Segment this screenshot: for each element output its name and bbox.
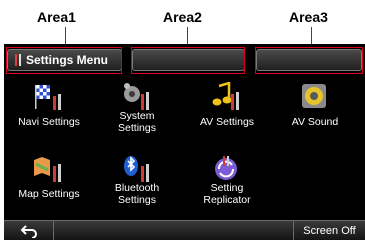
- menu-item-label-line1: Setting: [210, 182, 244, 194]
- area3-highlight-box: [255, 47, 363, 74]
- screen-off-button[interactable]: Screen Off: [293, 221, 365, 240]
- area2-callout-label: Area2: [163, 9, 202, 25]
- back-button[interactable]: [4, 220, 54, 240]
- menu-item-label: AV Sound: [291, 116, 339, 128]
- setting-replicator-icon: [215, 156, 237, 180]
- menu-item-label-line2: Settings: [118, 122, 156, 134]
- bluetooth-settings-icon: [124, 156, 149, 182]
- bluetooth-settings-button[interactable]: Bluetooth Settings: [94, 152, 180, 222]
- back-arrow-icon: [20, 224, 37, 238]
- av-settings-icon: [212, 82, 239, 110]
- menu-item-label: AV Settings: [199, 116, 255, 128]
- navi-settings-button[interactable]: Navi Settings: [6, 80, 92, 150]
- map-settings-icon: [34, 157, 61, 182]
- av-sound-icon: [302, 84, 326, 108]
- system-settings-button[interactable]: System Settings: [94, 80, 180, 150]
- bottom-bar: Screen Off: [4, 220, 365, 240]
- av-settings-button[interactable]: AV Settings: [184, 80, 270, 150]
- menu-item-label-line2: Replicator: [203, 194, 251, 206]
- area3-callout-label: Area3: [289, 9, 328, 25]
- system-settings-icon: [124, 83, 149, 110]
- av-sound-button[interactable]: AV Sound: [272, 80, 358, 150]
- navi-settings-icon: [35, 85, 61, 110]
- menu-item-label: Navi Settings: [18, 116, 80, 128]
- area1-callout-label: Area1: [37, 9, 76, 25]
- setting-replicator-button[interactable]: Setting Replicator: [184, 152, 270, 222]
- menu-item-label-line1: System: [119, 110, 155, 122]
- map-settings-button[interactable]: Map Settings: [6, 152, 92, 222]
- menu-item-label-line2: Settings: [118, 194, 156, 206]
- menu-item-label-line1: Bluetooth: [114, 182, 160, 194]
- area1-highlight-box: [6, 47, 122, 74]
- area2-highlight-box: [131, 47, 245, 74]
- menu-item-label: Map Settings: [18, 188, 80, 200]
